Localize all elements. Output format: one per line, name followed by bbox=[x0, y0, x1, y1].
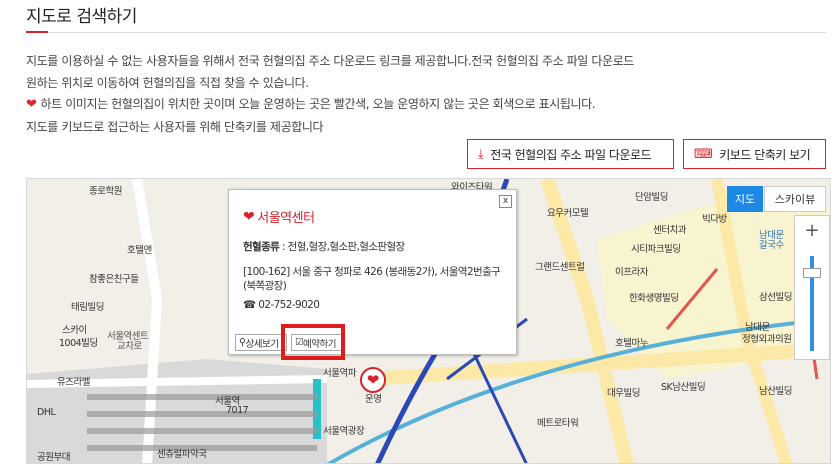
map-type-map-button[interactable]: 지도 bbox=[727, 186, 763, 212]
description-line-4: 지도를 키보드로 접근하는 사용자를 위해 단축키를 제공합니다 bbox=[26, 120, 324, 134]
map-label: 호텔마누 bbox=[615, 338, 648, 349]
popup-title: ❤ 서울역센터 bbox=[243, 207, 315, 227]
description-line-2: 원하는 위치로 이동하여 헌혈의집을 직접 찾을 수 있습니다. bbox=[26, 76, 309, 90]
map-label: 삼선빌딩 bbox=[759, 292, 792, 303]
center-phone: ☎ 02-752-9020 bbox=[243, 298, 320, 312]
keyboard-shortcut-button[interactable]: ⌨ 키보드 단축키 보기 bbox=[683, 139, 826, 169]
map-label: 단암빌딩 bbox=[635, 192, 668, 203]
reserve-highlight-box bbox=[281, 324, 345, 360]
phone-number: 02-752-9020 bbox=[258, 299, 320, 311]
heart-icon: ❤ bbox=[243, 208, 255, 225]
map-label: 한화생명빌딩 bbox=[629, 293, 679, 304]
map-label: 공원부대 bbox=[37, 452, 70, 463]
map-label: 센터치과 bbox=[653, 225, 686, 236]
title-divider bbox=[26, 32, 826, 33]
map-label: 태림빌딩 bbox=[71, 302, 104, 313]
map-label: 유즈라벨 bbox=[57, 377, 90, 388]
blood-center-heart-marker[interactable]: ❤ bbox=[360, 367, 386, 393]
phone-icon: ☎ bbox=[243, 299, 256, 311]
download-address-button[interactable]: ⤓ 전국 헌혈의집 주소 파일 다운로드 bbox=[467, 139, 674, 169]
map-label: 종로학원 bbox=[89, 186, 122, 197]
heart-icon: ❤ bbox=[26, 97, 37, 112]
map-label: 빅다방 bbox=[702, 214, 727, 225]
map-label: 참좋은친구들 bbox=[89, 274, 139, 285]
title-accent-bar bbox=[26, 31, 48, 33]
map-label: 갈국수 bbox=[759, 240, 784, 251]
map-label: 정형외과의원 bbox=[742, 334, 792, 345]
description-line-3-text: 하트 이미지는 헌혈의집이 위치한 곳이며 오늘 운영하는 곳은 빨간색, 오늘… bbox=[40, 97, 596, 111]
map-label: DHL bbox=[37, 407, 56, 418]
keyboard-icon: ⌨ bbox=[694, 146, 713, 162]
download-icon: ⤓ bbox=[478, 146, 484, 162]
center-address: [100-162] 서울 중구 청파로 426 (봉래동2가), 서울역2번출구… bbox=[243, 266, 501, 292]
zoom-control: + bbox=[794, 215, 830, 360]
map-label: 호텔앤 bbox=[127, 245, 152, 256]
map-label: SK남산빌딩 bbox=[661, 382, 706, 393]
donation-types-value: 전혈,혈장,혈소판,혈소판혈장 bbox=[287, 241, 406, 253]
zoom-slider-handle[interactable] bbox=[803, 268, 821, 278]
map-label: 센츄럴파약국 bbox=[157, 449, 207, 460]
description-line-3: ❤ 하트 이미지는 헌혈의집이 위치한 곳이며 오늘 운영하는 곳은 빨간색, 오… bbox=[26, 95, 596, 112]
zoom-in-button[interactable]: + bbox=[795, 216, 829, 246]
map-label: 그랜드센트럴 bbox=[535, 262, 585, 273]
map-label: 1004빌딩 bbox=[59, 338, 98, 349]
map-label: 운영 bbox=[365, 394, 382, 405]
center-info-popup: x ❤ 서울역센터 헌혈종류 : 전혈,혈장,혈소판,혈소판혈장 [100-16… bbox=[228, 189, 517, 355]
map-label: 7017 bbox=[226, 405, 249, 416]
map-label: 서울역파 bbox=[323, 368, 356, 379]
close-icon[interactable]: x bbox=[499, 195, 512, 208]
map-label: 서울역광장 bbox=[323, 426, 365, 437]
keyboard-shortcut-label: 키보드 단축키 보기 bbox=[719, 147, 811, 162]
map-label: 스카이 bbox=[62, 325, 87, 336]
description-line-1: 지도를 이용하실 수 없는 사용자들을 위해서 전국 헌혈의집 주소 다운로드 … bbox=[26, 54, 634, 68]
map-label: 대우빌딩 bbox=[607, 388, 640, 399]
donation-types: 헌혈종류 : 전혈,혈장,혈소판,혈소판혈장 bbox=[243, 241, 406, 253]
detail-button[interactable]: ⚲ 상세보기 bbox=[235, 334, 287, 351]
map-label: 이프라자 bbox=[615, 267, 648, 278]
download-address-label: 전국 헌혈의집 주소 파일 다운로드 bbox=[490, 147, 652, 162]
detail-button-label: 상세보기 bbox=[245, 338, 279, 350]
map-type-skyview-button[interactable]: 스카이뷰 bbox=[764, 186, 826, 212]
map-label: 메트로타워 bbox=[537, 418, 579, 429]
map-label: 남산빌딩 bbox=[759, 386, 792, 397]
map-label: 시티파크빌딩 bbox=[631, 244, 681, 255]
map-view[interactable]: 종로학원 호텔앤 참좋은친구들 태림빌딩 스카이 1004빌딩 서울역센트 교차… bbox=[26, 178, 831, 464]
center-name: 서울역센터 bbox=[257, 211, 315, 226]
donation-types-label: 헌혈종류 bbox=[243, 241, 280, 253]
page-title: 지도로 검색하기 bbox=[26, 7, 137, 27]
map-label: 요우커모텔 bbox=[547, 208, 589, 219]
map-label: 교차로 bbox=[117, 341, 142, 352]
